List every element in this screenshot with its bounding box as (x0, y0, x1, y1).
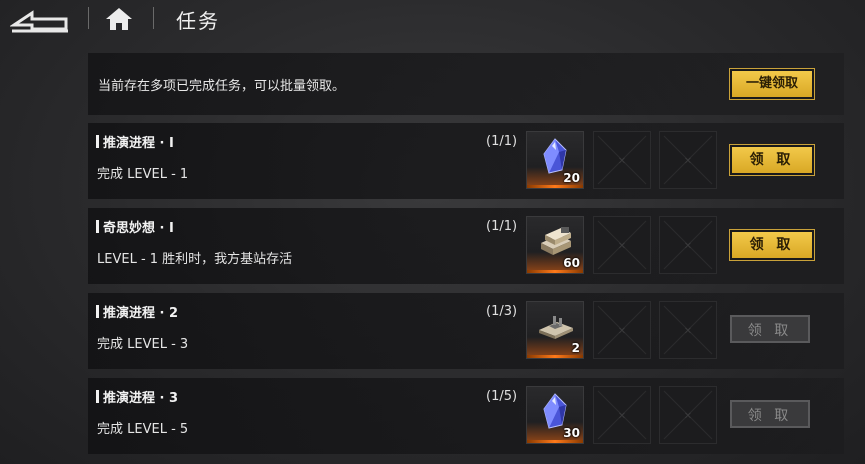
task-progress: (1/1) (486, 134, 518, 149)
task-title: 奇思妙想 · Ⅰ (96, 217, 174, 236)
svg-text:✕: ✕ (684, 241, 692, 252)
task-description: 完成 LEVEL - 3 (97, 337, 189, 352)
task-description: 完成 LEVEL - 1 (97, 167, 189, 182)
divider (88, 7, 89, 29)
task-progress: (1/1) (486, 219, 518, 234)
task-title: 推演进程 · 2 (96, 302, 178, 321)
claim-button[interactable]: 领 取 (730, 230, 814, 260)
empty-slot-icon: ✕ (663, 305, 713, 355)
empty-slot-icon: ✕ (597, 220, 647, 270)
empty-slot-icon: ✕ (597, 305, 647, 355)
svg-text:✕: ✕ (618, 156, 626, 167)
svg-text:✕: ✕ (684, 156, 692, 167)
claim-button-disabled: 领 取 (730, 315, 810, 343)
reward-count: 30 (563, 426, 580, 440)
reward-count: 2 (571, 341, 580, 355)
empty-reward-slot: ✕ (593, 216, 651, 274)
page-title: 任务 (176, 9, 220, 33)
empty-slot-icon: ✕ (597, 390, 647, 440)
svg-text:✕: ✕ (618, 326, 626, 337)
banner-text: 当前存在多项已完成任务，可以批量领取。 (98, 79, 346, 94)
task-row: 推演进程 · Ⅰ 完成 LEVEL - 1 (1/1) 20 ✕ ✕ 领 取 (88, 123, 844, 199)
empty-slot-icon: ✕ (663, 220, 713, 270)
task-row: 推演进程 · 2 完成 LEVEL - 3 (1/3) 2 ✕ ✕ 领 取 (88, 293, 844, 369)
claim-button-disabled: 领 取 (730, 400, 810, 428)
empty-reward-slot: ✕ (593, 386, 651, 444)
svg-text:✕: ✕ (684, 411, 692, 422)
task-progress: (1/5) (486, 389, 518, 404)
circuit-chip-icon (539, 316, 573, 339)
reward-slot[interactable]: 60 (526, 216, 584, 274)
empty-slot-icon: ✕ (663, 135, 713, 185)
task-row: 推演进程 · 3 完成 LEVEL - 5 (1/5) 30 ✕ ✕ 领 取 (88, 378, 844, 454)
blue-crystal-icon (543, 393, 567, 429)
task-title: 推演进程 · Ⅰ (96, 132, 174, 151)
task-description: LEVEL - 1 胜利时，我方基站存活 (97, 252, 293, 267)
back-arrow-icon (9, 10, 68, 33)
claim-all-button[interactable]: 一键领取 (730, 69, 814, 99)
empty-reward-slot: ✕ (593, 301, 651, 359)
top-bar: 任务 (0, 0, 865, 38)
back-button[interactable] (9, 5, 70, 33)
reward-slot[interactable]: 2 (526, 301, 584, 359)
empty-reward-slot: ✕ (659, 386, 717, 444)
task-description: 完成 LEVEL - 5 (97, 422, 189, 437)
empty-slot-icon: ✕ (597, 135, 647, 185)
svg-text:✕: ✕ (618, 411, 626, 422)
claim-button[interactable]: 领 取 (730, 145, 814, 175)
blue-crystal-icon (543, 138, 567, 174)
svg-text:✕: ✕ (618, 241, 626, 252)
empty-slot-icon: ✕ (663, 390, 713, 440)
task-title: 推演进程 · 3 (96, 387, 178, 406)
divider (153, 7, 154, 29)
reward-slot[interactable]: 30 (526, 386, 584, 444)
reward-count: 20 (563, 171, 580, 185)
task-row: 奇思妙想 · Ⅰ LEVEL - 1 胜利时，我方基站存活 (1/1) 60 ✕… (88, 208, 844, 284)
metal-ingot-icon (541, 227, 571, 255)
svg-text:✕: ✕ (684, 326, 692, 337)
reward-slot[interactable]: 20 (526, 131, 584, 189)
batch-claim-banner: 当前存在多项已完成任务，可以批量领取。 一键领取 (88, 53, 844, 115)
home-button[interactable] (105, 6, 133, 32)
reward-count: 60 (563, 256, 580, 270)
empty-reward-slot: ✕ (659, 216, 717, 274)
task-progress: (1/3) (486, 304, 518, 319)
empty-reward-slot: ✕ (659, 131, 717, 189)
home-icon (106, 8, 132, 30)
empty-reward-slot: ✕ (593, 131, 651, 189)
empty-reward-slot: ✕ (659, 301, 717, 359)
